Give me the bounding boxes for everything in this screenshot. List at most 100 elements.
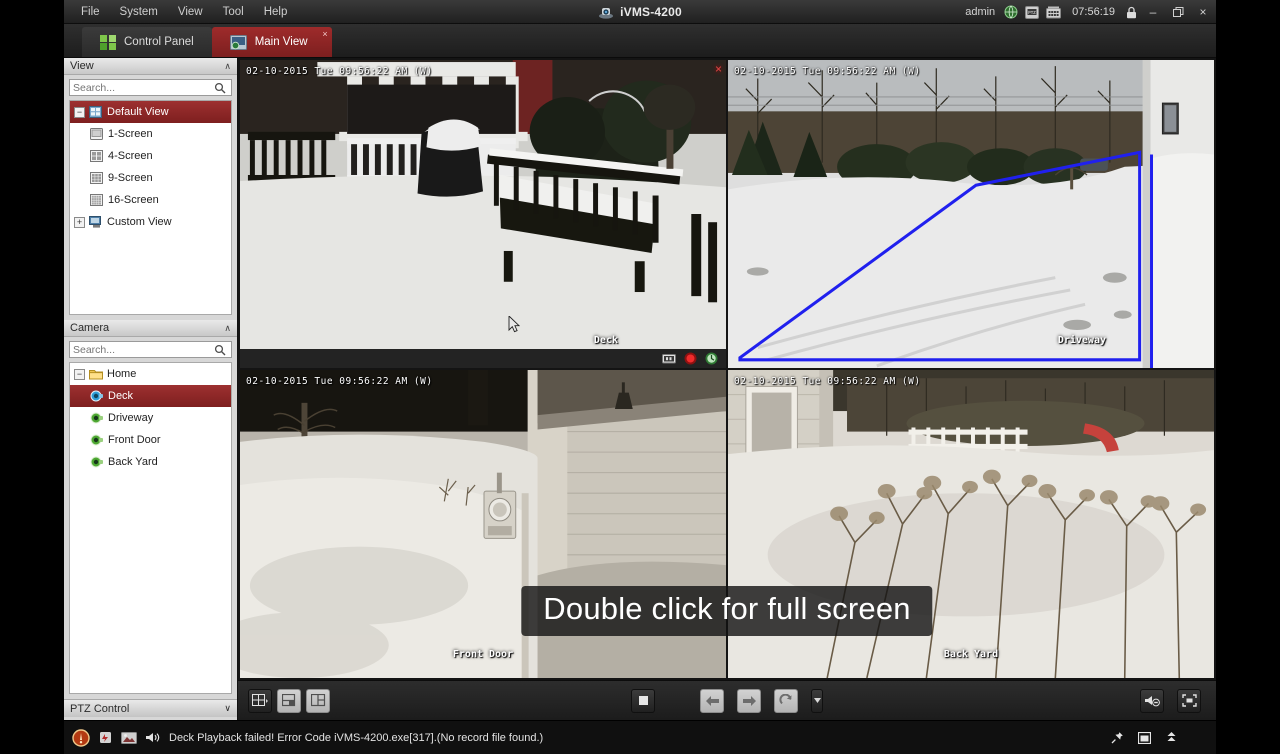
- stop-icon: [638, 695, 649, 706]
- camera-search-input[interactable]: [73, 343, 214, 356]
- video-timestamp: 02-10-2015 Tue 09:56:22 AM (W): [246, 376, 433, 387]
- camera-icon: [90, 434, 103, 446]
- tree-item-home[interactable]: − Home: [70, 363, 231, 385]
- chevron-up-icon[interactable]: ∧: [224, 323, 231, 334]
- custom-view-icon: [89, 216, 102, 228]
- cam-icon[interactable]: [1046, 6, 1062, 19]
- tree-item-label: Driveway: [108, 412, 154, 424]
- video-camera-label: Driveway: [1057, 335, 1106, 346]
- view-panel-header[interactable]: View ∧: [64, 58, 237, 75]
- playback-controls: [631, 688, 823, 713]
- search-icon[interactable]: [214, 344, 228, 356]
- expand-icon[interactable]: [1165, 731, 1178, 744]
- custom-layout-button[interactable]: [306, 688, 330, 713]
- status-message: Deck Playback failed! Error Code iVMS-42…: [169, 731, 544, 744]
- tab-control-panel-label: Control Panel: [124, 36, 194, 48]
- toolbar-right-group: [1140, 688, 1206, 713]
- capture-icon[interactable]: [662, 352, 676, 366]
- alarm-warning-icon[interactable]: [72, 728, 90, 747]
- audio-mute-button[interactable]: [1140, 688, 1164, 713]
- video-timestamp: 02-10-2015 Tue 09:56:22 AM (W): [734, 66, 921, 77]
- speaker-mute-icon: [1144, 694, 1160, 707]
- tree-item-label: Default View: [107, 106, 169, 118]
- camera-icon: [90, 456, 103, 468]
- camera-panel-header[interactable]: Camera ∧: [64, 320, 237, 337]
- view-tree[interactable]: − Default View 1-Screen 4-Screen 9-Scree…: [69, 100, 232, 315]
- ivms-application-window: File System View Tool Help iVMS-4200 adm…: [64, 0, 1216, 754]
- fullscreen-hint-overlay: Double click for full screen: [521, 586, 933, 636]
- video-area: 02-10-2015 Tue 09:56:22 AM (W) Deck × 02…: [238, 58, 1216, 720]
- expand-toggle-icon[interactable]: +: [74, 216, 85, 228]
- video-cell-driveway[interactable]: 02-10-2015 Tue 09:56:22 AM (W) Driveway: [728, 60, 1214, 368]
- close-button[interactable]: ×: [1194, 3, 1212, 21]
- event-icon[interactable]: [98, 730, 113, 745]
- tab-close-icon[interactable]: ×: [322, 29, 327, 39]
- restore-button[interactable]: [1169, 3, 1187, 21]
- ptz-panel-title: PTZ Control: [70, 702, 130, 715]
- screen-layout-button[interactable]: [248, 688, 272, 713]
- mouse-cursor-icon: [508, 316, 520, 334]
- screen-9-icon: [90, 172, 103, 184]
- tree-item-camera-driveway[interactable]: Driveway: [70, 407, 231, 429]
- record-icon[interactable]: [683, 352, 697, 366]
- ptz-icon[interactable]: PTZ: [1025, 5, 1040, 19]
- arrow-left-icon: [705, 695, 720, 707]
- camera-logo-icon: [598, 5, 614, 19]
- ptz-control-panel-header[interactable]: PTZ Control ∨: [64, 699, 237, 717]
- lock-icon[interactable]: [1126, 6, 1137, 19]
- video-camera-label: Front Door: [452, 649, 514, 660]
- screen-4-icon: [90, 150, 103, 162]
- view-search-box[interactable]: [69, 79, 232, 96]
- fullscreen-button[interactable]: [1177, 688, 1201, 713]
- ptz-icon[interactable]: [704, 352, 718, 366]
- tree-item-16-screen[interactable]: 16-Screen: [70, 189, 231, 211]
- expand-toggle-icon[interactable]: −: [74, 368, 85, 380]
- tree-item-camera-deck[interactable]: Deck: [70, 385, 231, 407]
- tree-item-9-screen[interactable]: 9-Screen: [70, 167, 231, 189]
- video-camera-label: Back Yard: [943, 649, 999, 660]
- pin-icon[interactable]: [1111, 731, 1124, 744]
- refresh-icon: [779, 693, 793, 708]
- tree-item-default-view[interactable]: − Default View: [70, 101, 231, 123]
- sound-icon[interactable]: [145, 731, 161, 744]
- main-view-icon: [229, 34, 247, 50]
- window-icon[interactable]: [1138, 731, 1151, 744]
- minimize-button[interactable]: –: [1144, 3, 1162, 21]
- chevron-down-icon[interactable]: ∨: [224, 703, 231, 714]
- camera-search-box[interactable]: [69, 341, 232, 358]
- next-button[interactable]: [737, 688, 761, 713]
- close-icon[interactable]: ×: [715, 62, 722, 76]
- tree-item-custom-view[interactable]: + Custom View: [70, 211, 231, 233]
- search-icon[interactable]: [214, 82, 228, 94]
- camera-icon: [90, 412, 103, 424]
- video-cell-deck[interactable]: 02-10-2015 Tue 09:56:22 AM (W) Deck ×: [240, 60, 726, 368]
- tree-item-label: Home: [107, 368, 137, 380]
- video-timestamp: 02-10-2015 Tue 09:56:22 AM (W): [246, 66, 433, 77]
- tree-item-camera-front-door[interactable]: Front Door: [70, 429, 231, 451]
- custom-layout-icon: [310, 694, 326, 707]
- folder-icon: [89, 368, 103, 380]
- save-view-button[interactable]: [277, 688, 301, 713]
- tree-item-1-screen[interactable]: 1-Screen: [70, 123, 231, 145]
- chevron-up-icon[interactable]: ∧: [224, 61, 231, 72]
- tree-item-4-screen[interactable]: 4-Screen: [70, 145, 231, 167]
- stop-all-button[interactable]: [631, 688, 655, 713]
- tab-main-view[interactable]: Main View ×: [211, 27, 332, 57]
- picture-icon[interactable]: [121, 731, 137, 745]
- tree-item-camera-back-yard[interactable]: Back Yard: [70, 451, 231, 473]
- auto-switch-button[interactable]: [774, 688, 798, 713]
- main-content-row: View ∧ − Default View: [64, 58, 1216, 720]
- save-view-icon: [281, 694, 297, 707]
- video-timestamp: 02-10-2015 Tue 09:56:22 AM (W): [734, 376, 921, 387]
- svg-text:PTZ: PTZ: [1028, 12, 1036, 16]
- camera-panel-title: Camera: [70, 322, 110, 334]
- screen-1-icon: [90, 128, 103, 140]
- previous-button[interactable]: [700, 688, 724, 713]
- tab-control-panel[interactable]: Control Panel: [82, 27, 212, 57]
- camera-tree[interactable]: − Home Deck Driveway Front Door Back Yar…: [69, 362, 232, 694]
- globe-icon[interactable]: [1004, 5, 1018, 19]
- expand-toggle-icon[interactable]: −: [74, 106, 85, 118]
- auto-switch-dropdown[interactable]: [811, 688, 823, 713]
- status-bar: Deck Playback failed! Error Code iVMS-42…: [64, 720, 1216, 754]
- view-search-input[interactable]: [73, 81, 214, 94]
